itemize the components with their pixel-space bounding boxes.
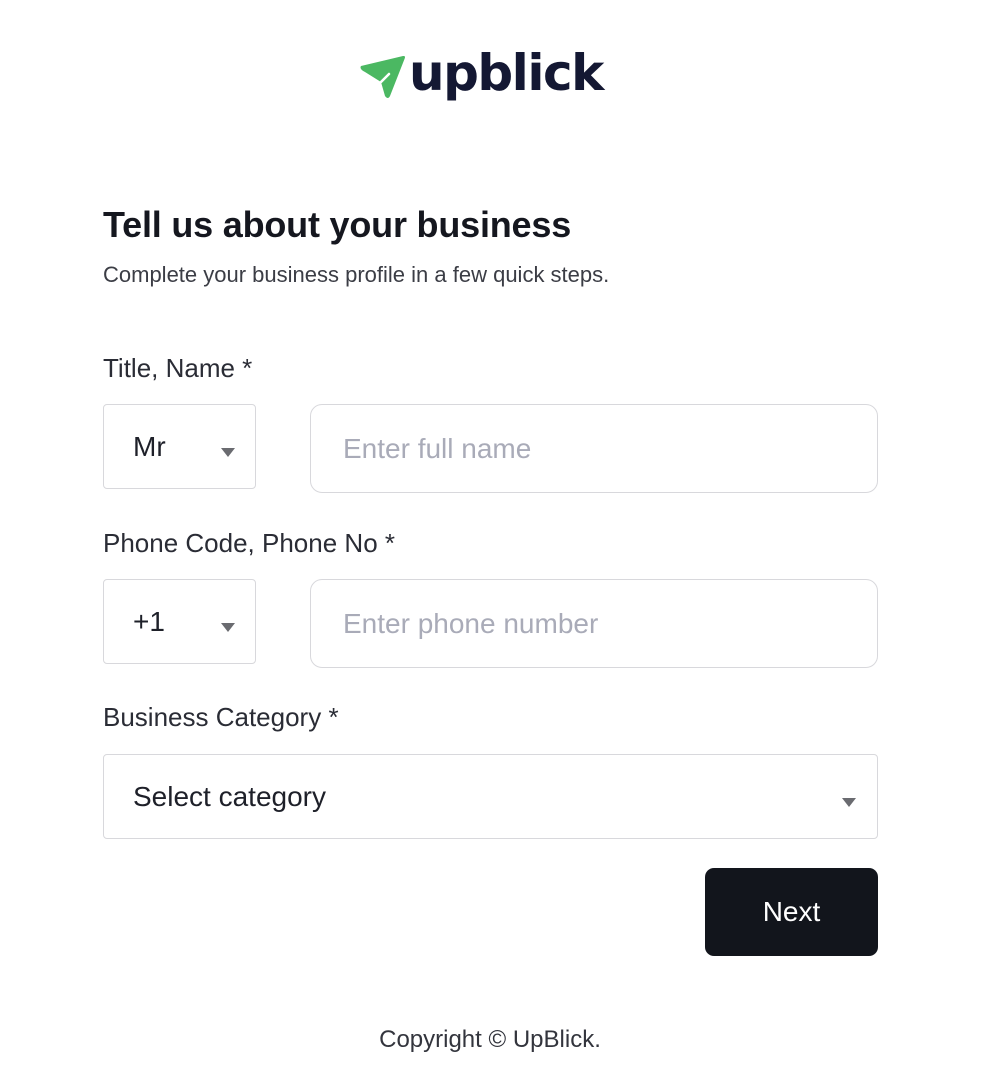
full-name-input[interactable] (310, 404, 878, 493)
phone-code-value: +1 (133, 605, 165, 637)
phone-number-input[interactable] (310, 579, 878, 668)
page-title: Tell us about your business (103, 204, 572, 245)
title-select-value: Mr (133, 430, 166, 462)
phone-label: Phone Code, Phone No * (103, 528, 395, 558)
title-select[interactable]: Mr (103, 404, 256, 489)
brand-logo: upblick (359, 44, 604, 110)
business-category-select[interactable]: Select category (103, 754, 878, 839)
phone-code-select[interactable]: +1 (103, 579, 256, 664)
title-name-label: Title, Name * (103, 353, 253, 383)
brand-wordmark: upblick (409, 44, 604, 102)
page-subtitle: Complete your business profile in a few … (103, 262, 610, 287)
paper-plane-arrow-icon (360, 55, 405, 98)
business-category-label: Business Category * (103, 702, 339, 732)
copyright-text: Copyright © UpBlick. (379, 1026, 601, 1053)
caret-down-icon (842, 798, 856, 807)
business-category-value: Select category (133, 780, 326, 812)
next-button[interactable]: Next (705, 868, 878, 956)
caret-down-icon (221, 448, 235, 457)
caret-down-icon (221, 623, 235, 632)
